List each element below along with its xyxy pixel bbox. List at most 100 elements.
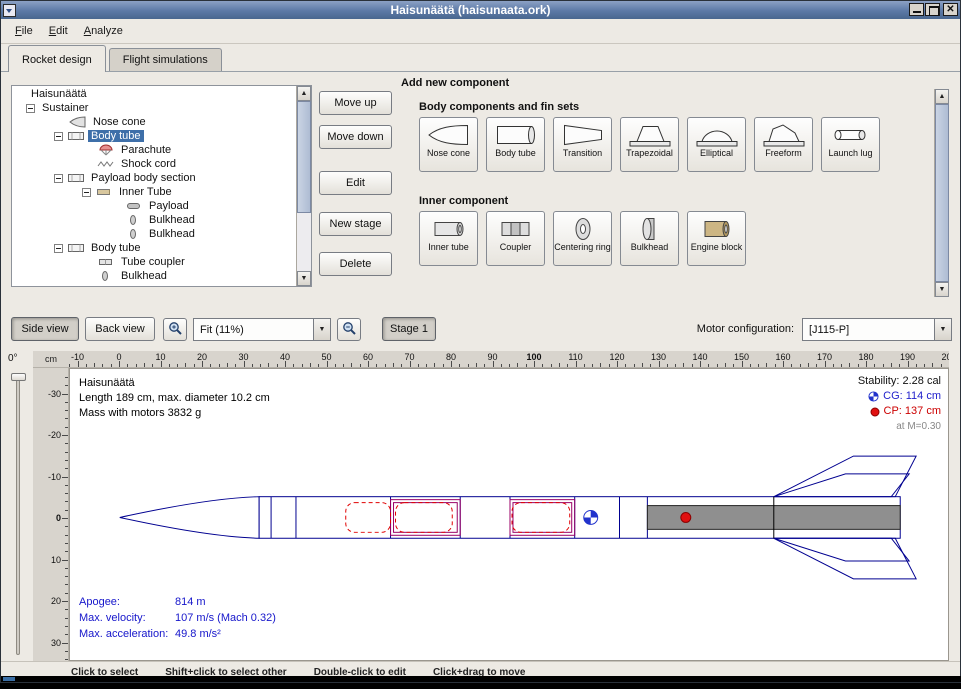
taskbar-strip <box>1 676 961 682</box>
edit-button[interactable]: Edit <box>319 171 392 195</box>
payload-icon <box>125 200 143 212</box>
tab-rocket-design[interactable]: Rocket design <box>8 45 106 72</box>
tree-item-payload-body-section[interactable]: Payload body section <box>12 171 296 185</box>
scroll-up-icon[interactable] <box>935 89 949 104</box>
tree-item-nose-cone[interactable]: Nose cone <box>12 115 296 129</box>
centering-ring-icon <box>561 215 605 242</box>
window-menu-icon[interactable] <box>3 4 16 17</box>
ruler-tick <box>459 364 460 367</box>
add-nose-cone-button[interactable]: Nose cone <box>419 117 478 172</box>
ruler-tick <box>874 364 875 367</box>
rotation-slider-handle[interactable] <box>11 373 26 381</box>
ruler-tick <box>62 643 68 644</box>
ruler-tick <box>360 364 361 367</box>
add-inner-tube-button[interactable]: Inner tube <box>419 211 478 266</box>
ruler-label: 180 <box>858 352 873 362</box>
add-transition-button[interactable]: Transition <box>553 117 612 172</box>
tree-item-sustainer[interactable]: Sustainer <box>12 101 296 115</box>
zoom-in-button[interactable] <box>163 318 187 341</box>
tree-item-body-tube[interactable]: Body tube <box>12 129 296 143</box>
add-launch-lug-button[interactable]: Launch lug <box>821 117 880 172</box>
scroll-up-icon[interactable] <box>297 86 311 101</box>
move-up-button[interactable]: Move up <box>319 91 392 115</box>
ruler-tick <box>434 363 435 367</box>
ruler-tick <box>65 452 68 453</box>
elliptical-icon <box>695 121 739 148</box>
tree-item-inner-tube[interactable]: Inner Tube <box>12 185 296 199</box>
component-button-label: Engine block <box>691 242 743 252</box>
menu-edit[interactable]: Edit <box>41 21 76 41</box>
ruler-tick <box>418 364 419 367</box>
tree-item-bulkhead[interactable]: Bulkhead <box>12 227 296 241</box>
add-freeform-button[interactable]: Freeform <box>754 117 813 172</box>
scrollbar-thumb[interactable] <box>297 101 311 213</box>
maximize-button[interactable] <box>925 3 940 16</box>
tree-item-haisun-t[interactable]: Haisunäätä <box>12 87 296 101</box>
ruler-tick <box>393 363 394 367</box>
max-acceleration-value: 49.8 m/s² <box>175 626 221 642</box>
title-bar[interactable]: Haisunäätä (haisunaata.ork) <box>1 1 960 19</box>
rocket-canvas[interactable]: Haisunäätä Length 189 cm, max. diameter … <box>69 368 949 661</box>
ruler-tick <box>816 364 817 367</box>
tree-item-body-tube[interactable]: Body tube <box>12 241 296 255</box>
ruler-tick <box>468 364 469 367</box>
tree-item-payload[interactable]: Payload <box>12 199 296 213</box>
stability-legend: Stability: 2.28 cal CG: 114 cm CP: 137 c… <box>858 374 941 434</box>
add-panel-scrollbar[interactable] <box>934 89 949 297</box>
chevron-down-icon[interactable]: ▼ <box>313 319 330 340</box>
tab-flight-simulations[interactable]: Flight simulations <box>109 48 222 71</box>
rotation-slider[interactable] <box>16 374 20 655</box>
close-button[interactable] <box>943 3 958 16</box>
tree-item-label: Payload <box>146 200 192 212</box>
ruler-tick <box>62 518 68 519</box>
taskbar-item[interactable] <box>3 677 15 681</box>
ruler-tick <box>385 364 386 367</box>
tree-item-label: Bulkhead <box>118 270 170 282</box>
freeform-icon <box>762 121 806 148</box>
zoom-out-button[interactable] <box>337 318 361 341</box>
minimize-button[interactable] <box>909 3 924 16</box>
bulkhead-icon <box>125 228 143 240</box>
add-bulkhead-button[interactable]: Bulkhead <box>620 211 679 266</box>
tree-expander-icon[interactable] <box>82 188 91 197</box>
ruler-label: -20 <box>48 430 61 440</box>
add-trapezoidal-button[interactable]: Trapezoidal <box>620 117 679 172</box>
new-stage-button[interactable]: New stage <box>319 212 392 236</box>
scroll-down-icon[interactable] <box>297 271 311 286</box>
stage-1-toggle[interactable]: Stage 1 <box>382 317 436 341</box>
scroll-down-icon[interactable] <box>935 282 949 297</box>
tree-scrollbar[interactable] <box>296 86 311 286</box>
delete-button[interactable]: Delete <box>319 252 392 276</box>
ruler-tick <box>443 364 444 367</box>
menu-analyze[interactable]: Analyze <box>76 21 131 41</box>
ruler-tick <box>293 364 294 367</box>
ruler-label: 120 <box>609 352 624 362</box>
add-engine-block-button[interactable]: Engine block <box>687 211 746 266</box>
motor-configuration-select[interactable]: [J115-P] ▼ <box>802 318 952 341</box>
back-view-button[interactable]: Back view <box>85 317 155 341</box>
tree-item-shock-cord[interactable]: Shock cord <box>12 157 296 171</box>
add-component-panel: Add new component Body components and fi… <box>401 77 949 297</box>
add-centering-ring-button[interactable]: Centering ring <box>553 211 612 266</box>
zoom-select[interactable]: Fit (11%) ▼ <box>193 318 331 341</box>
tree-expander-icon[interactable] <box>54 244 63 253</box>
chevron-down-icon[interactable]: ▼ <box>934 319 951 340</box>
move-down-button[interactable]: Move down <box>319 125 392 149</box>
ruler-tick <box>65 618 68 619</box>
nosecone-icon <box>69 116 87 128</box>
tree-item-bulkhead[interactable]: Bulkhead <box>12 269 296 283</box>
tree-expander-icon[interactable] <box>54 132 63 141</box>
add-coupler-button[interactable]: Coupler <box>486 211 545 266</box>
tree-item-bulkhead[interactable]: Bulkhead <box>12 213 296 227</box>
add-elliptical-button[interactable]: Elliptical <box>687 117 746 172</box>
menu-file[interactable]: File <box>7 21 41 41</box>
ruler-tick <box>302 364 303 367</box>
tree-item-tube-coupler[interactable]: Tube coupler <box>12 255 296 269</box>
inner-tube-icon <box>427 215 471 242</box>
tree-expander-icon[interactable] <box>54 174 63 183</box>
side-view-button[interactable]: Side view <box>11 317 79 341</box>
tree-expander-icon[interactable] <box>26 104 35 113</box>
add-body-tube-button[interactable]: Body tube <box>486 117 545 172</box>
scrollbar-thumb[interactable] <box>935 104 949 282</box>
tree-item-parachute[interactable]: Parachute <box>12 143 296 157</box>
